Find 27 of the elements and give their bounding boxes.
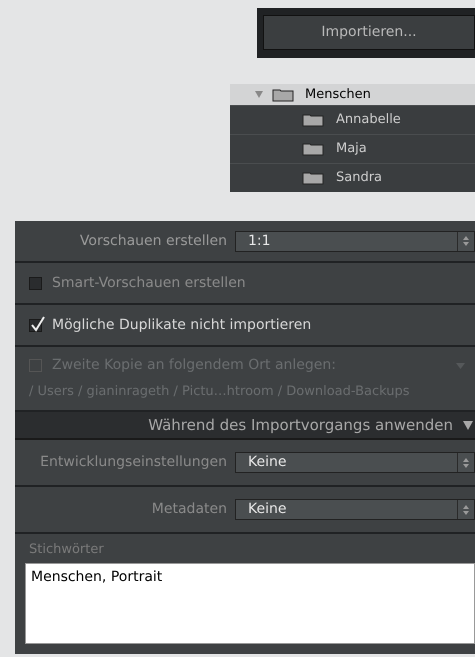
section-header[interactable]: Während des Importvorgangs anwenden <box>15 412 475 440</box>
dropdown[interactable]: Keine <box>235 499 475 520</box>
stepper-icon <box>462 456 470 468</box>
disclosure-triangle-icon[interactable] <box>463 420 473 430</box>
checkbox[interactable] <box>29 276 42 290</box>
checkmark-icon <box>31 316 45 332</box>
folder-name[interactable]: Maja <box>336 139 367 159</box>
folder-name[interactable]: Annabelle <box>336 110 401 130</box>
checkbox[interactable] <box>29 318 42 332</box>
folder-icon <box>272 88 294 102</box>
folder-icon <box>302 171 324 185</box>
folder-icon <box>302 142 324 156</box>
stepper-icon <box>462 235 470 247</box>
keywords-field[interactable]: Menschen, Portrait <box>25 562 475 644</box>
dropdown[interactable]: Keine <box>235 452 475 473</box>
folder-name[interactable]: Sandra <box>336 168 382 188</box>
checkbox-label: Smart-Vorschauen erstellen <box>52 274 246 292</box>
folder-icon <box>302 113 324 127</box>
option-label: Metadaten <box>152 500 227 519</box>
option-label: Entwicklungseinstellungen <box>40 453 227 472</box>
stepper-icon <box>462 504 470 516</box>
section-title: Während des Importvorgangs anwenden <box>148 414 453 436</box>
checkbox-label: Mögliche Duplikate nicht importieren <box>52 316 312 334</box>
import-button[interactable]: Importieren... <box>263 15 475 50</box>
keywords-label: Stichwörter <box>28 541 105 559</box>
option-label: Vorschauen erstellen <box>80 232 227 250</box>
dropdown[interactable]: 1:1 <box>235 230 475 252</box>
